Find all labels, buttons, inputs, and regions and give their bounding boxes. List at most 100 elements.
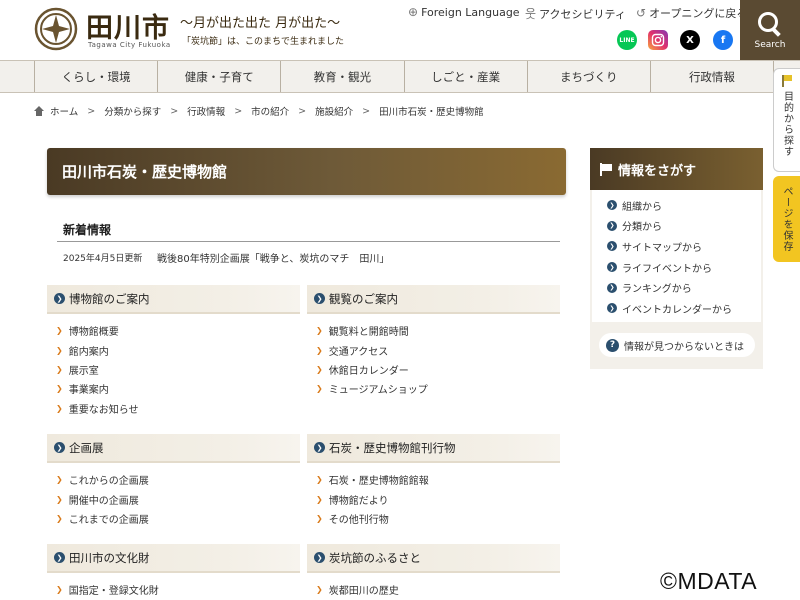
breadcrumb-facilities[interactable]: 施設紹介: [315, 104, 353, 118]
chevron-right-icon: ❯: [56, 475, 63, 485]
nav-item-work[interactable]: しごと・産業: [403, 61, 527, 92]
not-found-help-button[interactable]: ? 情報が見つからないときは: [599, 333, 755, 357]
nav-item-health[interactable]: 健康・子育て: [157, 61, 280, 92]
foreign-language-link[interactable]: ⊕ Foreign Language: [408, 5, 520, 19]
list-item[interactable]: ❯ 休館日カレンダー: [316, 360, 560, 379]
chevron-right-icon: ❯: [54, 442, 65, 453]
list-item[interactable]: ❯ これからの企画展: [56, 470, 300, 489]
chevron-right-icon: ❯: [314, 442, 325, 453]
list-item-label: 炭都田川の歴史: [328, 586, 399, 598]
panel-link-sitemap[interactable]: ❯ サイトマップから: [592, 236, 761, 257]
chevron-right-icon: ❯: [314, 552, 325, 563]
search-by-purpose-tab[interactable]: 目的から探す: [773, 68, 800, 172]
breadcrumb-separator: >: [298, 105, 307, 117]
chevron-right-icon: ❯: [314, 293, 325, 304]
x-twitter-icon[interactable]: X: [680, 30, 700, 50]
breadcrumb-separator: >: [234, 105, 243, 117]
breadcrumb-city-intro[interactable]: 市の紹介: [251, 104, 289, 118]
panel-link-label: 組織から: [622, 201, 662, 213]
news-link[interactable]: 戦後80年特別企画展「戦争と、炭坑のマチ 田川」: [157, 250, 389, 265]
list-item[interactable]: ❯ 事業案内: [56, 379, 300, 398]
city-emblem-icon[interactable]: [34, 7, 78, 51]
category-heading[interactable]: ❯ 田川市の文化財: [47, 544, 300, 573]
chevron-right-icon: ❯: [56, 403, 63, 413]
list-item-label: 博物館だより: [328, 495, 389, 507]
list-item[interactable]: ❯ 開催中の企画展: [56, 489, 300, 508]
category-heading[interactable]: ❯ 博物館のご案内: [47, 285, 300, 314]
list-item[interactable]: ❯ 国指定・登録文化財: [56, 580, 300, 599]
list-item-label: その他刊行物: [328, 514, 389, 526]
breadcrumb-separator: >: [362, 105, 371, 117]
list-item[interactable]: ❯ 重要なお知らせ: [56, 399, 300, 418]
site-logo-title[interactable]: 田川市: [86, 6, 170, 45]
chevron-right-icon: ❯: [56, 513, 63, 523]
breadcrumb: ホーム > 分類から探す > 行政情報 > 市の紹介 > 施設紹介 > 田川市石…: [34, 104, 484, 118]
instagram-glyph: [651, 33, 665, 47]
panel-link-life-event[interactable]: ❯ ライフイベントから: [592, 257, 761, 278]
panel-link-category[interactable]: ❯ 分類から: [592, 216, 761, 237]
category-title: 企画展: [69, 440, 104, 455]
panel-title: 情報をさがす: [618, 163, 697, 179]
search-icon: [756, 10, 784, 38]
facebook-icon[interactable]: f: [713, 30, 733, 50]
nav-item-town[interactable]: まちづくり: [526, 61, 650, 92]
list-item-label: 事業案内: [68, 385, 109, 397]
list-item[interactable]: ❯ 館内案内: [56, 340, 300, 359]
news-heading: 新着情報: [63, 223, 112, 237]
nav-item-government[interactable]: 行政情報: [649, 61, 775, 92]
news-divider: [57, 241, 560, 242]
chevron-right-icon: ❯: [316, 345, 323, 355]
list-item[interactable]: ❯ 観覧料と開館時間: [316, 321, 560, 340]
list-item[interactable]: ❯ 博物館概要: [56, 321, 300, 340]
chevron-right-icon: ❯: [316, 364, 323, 374]
find-info-panel: 情報をさがす ❯ 組織から ❯ 分類から ❯ サイトマップから ❯ ライフイベントから …: [590, 148, 763, 369]
copyright-watermark: ©MDATA: [660, 568, 758, 594]
list-item[interactable]: ❯ 炭都田川の歴史: [316, 580, 560, 599]
category-visit-guide: ❯ 観覧のご案内 ❯ 観覧料と開館時間 ❯ 交通アクセス ❯ 休館日カレンダー ❯ ミュ…: [307, 285, 560, 399]
category-heading[interactable]: ❯ 観覧のご案内: [307, 285, 560, 314]
chevron-right-icon: ❯: [316, 475, 323, 485]
list-item[interactable]: ❯ 石炭・歴史博物館館報: [316, 470, 560, 489]
search-by-purpose-label: 目的から探す: [781, 91, 793, 157]
list-item-label: これまでの企画展: [68, 514, 149, 526]
panel-link-event-calendar[interactable]: ❯ イベントカレンダーから: [592, 298, 761, 319]
category-heading[interactable]: ❯ 企画展: [47, 434, 300, 463]
breadcrumb-government[interactable]: 行政情報: [187, 104, 225, 118]
search-button[interactable]: Search: [740, 0, 800, 60]
chevron-right-icon: ❯: [54, 552, 65, 563]
panel-link-ranking[interactable]: ❯ ランキングから: [592, 277, 761, 298]
breadcrumb-home[interactable]: ホーム: [50, 104, 78, 118]
list-item[interactable]: ❯ その他刊行物: [316, 509, 560, 528]
instagram-icon[interactable]: [648, 30, 668, 50]
list-item[interactable]: ❯ ミュージアムショップ: [316, 379, 560, 398]
nav-item-education[interactable]: 教育・観光: [280, 61, 403, 92]
list-item-label: 重要なお知らせ: [68, 404, 139, 416]
breadcrumb-category[interactable]: 分類から探す: [104, 104, 161, 118]
category-title: 観覧のご案内: [329, 291, 398, 306]
category-title: 田川市の文化財: [69, 550, 150, 565]
breadcrumb-current: 田川市石炭・歴史博物館: [379, 107, 484, 118]
list-item-label: これからの企画展: [68, 476, 149, 488]
save-page-tab[interactable]: ページを保存: [773, 176, 800, 262]
list-item[interactable]: ❯ 展示室: [56, 360, 300, 379]
search-label: Search: [754, 40, 786, 50]
chevron-right-icon: ❯: [56, 364, 63, 374]
category-heading[interactable]: ❯ 炭坑節のふるさと: [307, 544, 560, 573]
panel-link-organization[interactable]: ❯ 組織から: [592, 195, 761, 216]
save-page-label: ページを保存: [781, 186, 792, 252]
list-item-label: 休館日カレンダー: [328, 365, 409, 377]
accessibility-link[interactable]: 웃 アクセシビリティ: [525, 5, 626, 22]
nav-item-living[interactable]: くらし・環境: [34, 61, 157, 92]
list-item[interactable]: ❯ 博物館だより: [316, 489, 560, 508]
category-exhibitions: ❯ 企画展 ❯ これからの企画展 ❯ 開催中の企画展 ❯ これまでの企画展: [47, 434, 300, 528]
tagline-sub: 「炭坑節」は、このまちで生まれました: [182, 37, 345, 47]
foreign-language-label: Foreign Language: [421, 5, 520, 19]
back-to-opening-link[interactable]: ↺ オープニングに戻る: [636, 5, 747, 21]
list-item[interactable]: ❯ これまでの企画展: [56, 509, 300, 528]
category-title: 炭坑節のふるさと: [329, 550, 421, 565]
category-tanko-bushi: ❯ 炭坑節のふるさと ❯ 炭都田川の歴史: [307, 544, 560, 599]
list-item[interactable]: ❯ 交通アクセス: [316, 340, 560, 359]
category-heading[interactable]: ❯ 石炭・歴史博物館刊行物: [307, 434, 560, 463]
chevron-right-icon: ❯: [607, 303, 617, 314]
line-icon[interactable]: LINE: [617, 30, 637, 50]
